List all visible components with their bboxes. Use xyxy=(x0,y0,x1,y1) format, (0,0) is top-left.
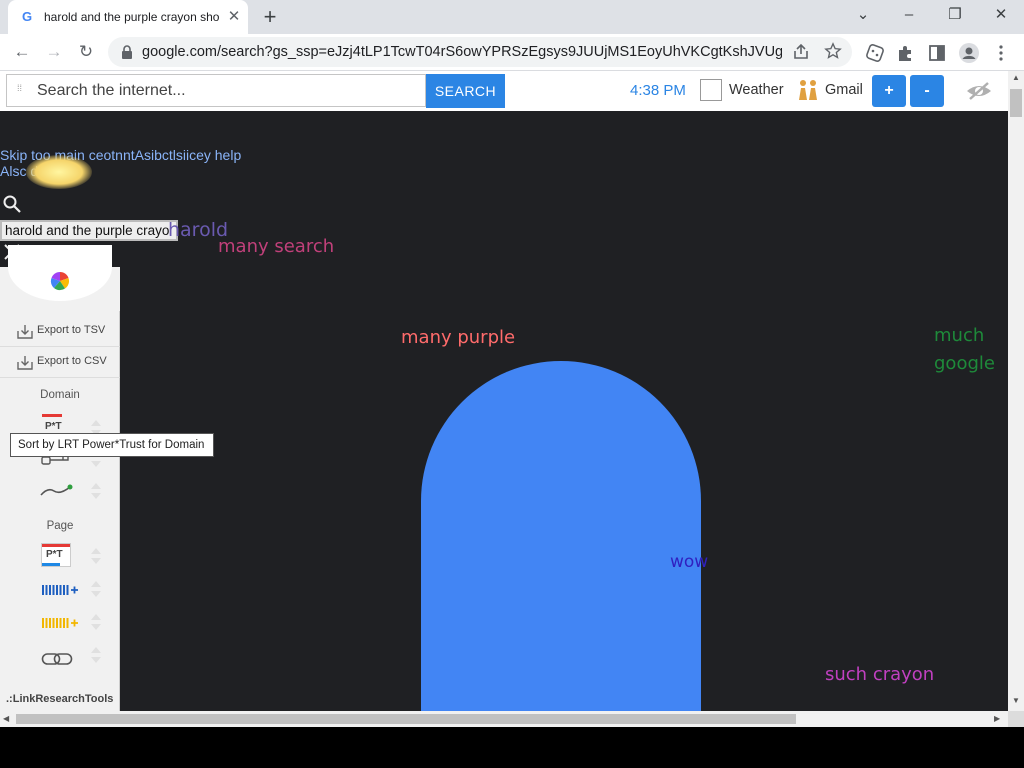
blue-links-bar-icon[interactable] xyxy=(41,583,79,597)
export-csv-label: Export to CSV xyxy=(37,355,107,367)
drag-handle-icon[interactable]: ⁞⁞ xyxy=(17,83,25,97)
close-window-button[interactable]: ✕ xyxy=(986,4,1016,26)
restore-button[interactable]: ❐ xyxy=(940,4,970,26)
sort-arrows-icon[interactable] xyxy=(89,613,103,631)
weather-link[interactable]: Weather xyxy=(729,82,789,100)
download-icon xyxy=(17,325,33,339)
tab-strip: G harold and the purple crayon sho ✕ + ⌄… xyxy=(0,0,1024,34)
lock-icon[interactable] xyxy=(120,44,134,60)
doge-phrase: wow xyxy=(670,552,709,572)
doge-phrase: much xyxy=(934,325,985,346)
bottom-letterbox xyxy=(0,727,1024,768)
crayon-smudge xyxy=(26,155,92,189)
trend-line-icon[interactable] xyxy=(40,481,74,499)
doge-phrase: google xyxy=(934,353,995,374)
export-tsv-button[interactable]: Export to TSV xyxy=(0,316,120,347)
sort-tooltip: Sort by LRT Power*Trust for Domain xyxy=(10,433,214,457)
lrt-pie-logo-icon[interactable] xyxy=(50,271,70,291)
search-input[interactable] xyxy=(37,80,417,102)
linkresearchtools-brand[interactable]: .:LinkResearchTools xyxy=(6,693,118,707)
pt-blue-bar xyxy=(42,563,60,566)
eye-slash-icon[interactable] xyxy=(964,79,994,103)
reload-button[interactable]: ↻ xyxy=(74,38,98,66)
new-tab-button[interactable]: + xyxy=(258,4,282,30)
export-csv-button[interactable]: Export to CSV xyxy=(0,347,120,378)
sort-arrows-icon[interactable] xyxy=(89,580,103,598)
zoom-out-button[interactable]: - xyxy=(910,75,944,107)
weather-icon[interactable] xyxy=(700,79,722,101)
google-favicon-icon: G xyxy=(22,9,33,24)
power-trust-page-icon[interactable]: P*T xyxy=(41,543,71,567)
extension-dice-icon[interactable] xyxy=(864,42,886,64)
puzzle-icon[interactable] xyxy=(895,42,917,64)
domain-heading: Domain xyxy=(40,389,80,401)
clock-time: 4:38 PM xyxy=(630,82,686,99)
address-bar-row: ← → ↻ google.com/search?gs_ssp=eJzj4tLP1… xyxy=(0,34,1024,71)
scroll-right-arrow-icon[interactable]: ▶ xyxy=(994,714,1004,724)
sort-arrows-icon[interactable] xyxy=(89,646,103,664)
download-icon xyxy=(17,356,33,370)
purple-crayon-arch xyxy=(421,361,701,711)
search-button[interactable]: SEARCH xyxy=(426,74,505,108)
doge-phrase: many purple xyxy=(401,327,516,348)
share-icon[interactable] xyxy=(792,43,810,61)
vertical-scrollbar[interactable]: ▲ ▼ xyxy=(1008,71,1024,711)
export-tsv-label: Export to TSV xyxy=(37,324,106,336)
minimize-button[interactable]: – xyxy=(894,4,924,26)
side-panel-icon[interactable] xyxy=(926,42,948,64)
forward-button[interactable]: → xyxy=(42,38,66,66)
lrt-sidebar: Export to TSV Export to CSV Domain P*T P… xyxy=(0,245,120,711)
extension-search-bar: ⁞⁞ SEARCH 4:38 PM Weather Gmail + - xyxy=(0,71,1008,111)
search-query-box[interactable]: harold and the purple crayo xyxy=(0,220,178,241)
tab-search-icon[interactable]: ⌄ xyxy=(848,4,878,26)
zoom-in-button[interactable]: + xyxy=(872,75,906,107)
vertical-scroll-thumb[interactable] xyxy=(1010,89,1022,117)
people-icon[interactable] xyxy=(796,78,820,102)
horizontal-scrollbar[interactable]: ◀ ▶ xyxy=(0,711,1008,727)
power-trust-domain-icon[interactable]: P*T xyxy=(41,413,71,433)
chain-link-icon[interactable] xyxy=(41,651,73,667)
scroll-down-arrow-icon[interactable]: ▼ xyxy=(1011,696,1021,706)
omnibox[interactable]: google.com/search?gs_ssp=eJzj4tLP1TcwT04… xyxy=(108,37,852,67)
tab-title: harold and the purple crayon sho xyxy=(44,10,220,24)
tab-close-icon[interactable]: ✕ xyxy=(226,8,242,26)
pt-red-bar xyxy=(42,544,70,547)
sort-arrows-icon[interactable] xyxy=(89,547,103,565)
page-heading: Page xyxy=(46,520,74,532)
page-viewport: Skip too main ceotnntAsibctlsiicey help … xyxy=(0,111,1008,711)
lrt-header xyxy=(0,245,120,311)
profile-icon[interactable] xyxy=(958,42,980,64)
sort-arrows-icon[interactable] xyxy=(89,482,103,500)
doge-phrase: many search xyxy=(218,236,335,257)
svg-text:P*T: P*T xyxy=(45,421,62,432)
doge-phrase: such crayon xyxy=(825,664,935,685)
scroll-up-arrow-icon[interactable]: ▲ xyxy=(1011,73,1021,83)
magnifier-icon[interactable] xyxy=(2,194,22,214)
pt-badge-label: P*T xyxy=(46,549,63,560)
horizontal-scroll-thumb[interactable] xyxy=(16,714,796,724)
kebab-menu-icon[interactable] xyxy=(990,42,1012,64)
search-box: ⁞⁞ xyxy=(6,74,426,107)
url-text[interactable]: google.com/search?gs_ssp=eJzj4tLP1TcwT04… xyxy=(142,44,782,62)
gmail-link[interactable]: Gmail xyxy=(825,82,865,100)
tab-active[interactable]: G harold and the purple crayon sho ✕ xyxy=(8,0,248,34)
back-button[interactable]: ← xyxy=(10,38,34,66)
bookmark-star-icon[interactable] xyxy=(824,41,842,61)
scroll-corner xyxy=(1008,711,1024,727)
yellow-links-bar-icon[interactable] xyxy=(41,616,79,630)
scroll-left-arrow-icon[interactable]: ◀ xyxy=(3,714,13,724)
